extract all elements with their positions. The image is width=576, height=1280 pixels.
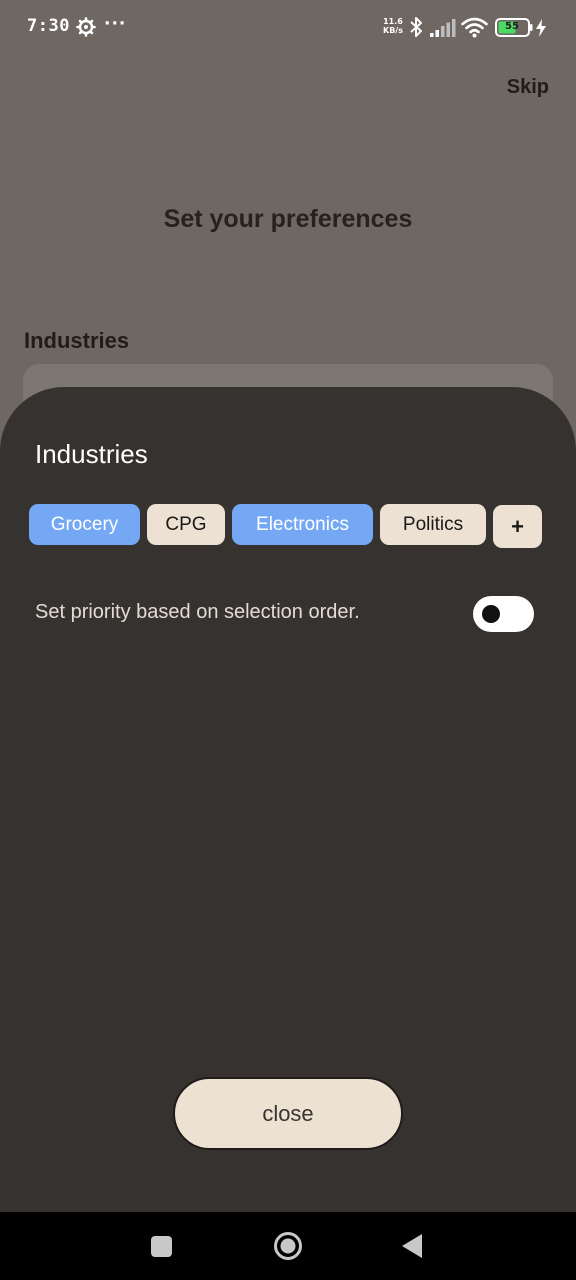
add-industry-button[interactable]: + <box>493 505 542 548</box>
signal-icon <box>430 19 456 37</box>
chip-grocery[interactable]: Grocery <box>29 504 140 545</box>
close-button[interactable]: close <box>173 1077 403 1150</box>
sheet-title: Industries <box>35 439 148 469</box>
status-time: 7:30 <box>27 16 70 36</box>
battery-icon: 55 <box>495 18 533 38</box>
more-notifications-icon: ··· <box>104 14 127 34</box>
navigation-bar <box>0 1212 576 1280</box>
network-speed-value: 11.6 <box>383 17 403 26</box>
back-triangle-icon[interactable] <box>400 1232 424 1260</box>
industry-chip-list: Grocery CPG Electronics Politics + <box>29 504 549 548</box>
priority-label: Set priority based on selection order. <box>35 601 360 623</box>
recents-square-icon[interactable] <box>151 1236 172 1257</box>
network-speed-unit: KB/s <box>383 26 403 35</box>
chip-politics[interactable]: Politics <box>380 504 486 545</box>
wifi-icon <box>461 17 488 38</box>
charging-icon <box>536 19 546 37</box>
skip-button[interactable]: Skip <box>507 76 549 99</box>
priority-toggle[interactable] <box>473 596 534 632</box>
status-bar: 7:30 ··· 11.6 KB/s 55 <box>0 0 576 56</box>
battery-level: 55 <box>505 21 519 32</box>
home-circle-icon[interactable] <box>273 1231 303 1261</box>
industries-section-label: Industries <box>24 328 130 353</box>
bluetooth-icon <box>410 17 422 37</box>
toggle-knob <box>482 605 500 623</box>
gear-icon <box>76 17 96 37</box>
industries-bottom-sheet: Industries Grocery CPG Electronics Polit… <box>0 387 576 1212</box>
network-speed: 11.6 KB/s <box>383 17 403 35</box>
chip-electronics[interactable]: Electronics <box>232 504 373 545</box>
chip-cpg[interactable]: CPG <box>147 504 225 545</box>
page-title: Set your preferences <box>163 205 413 233</box>
